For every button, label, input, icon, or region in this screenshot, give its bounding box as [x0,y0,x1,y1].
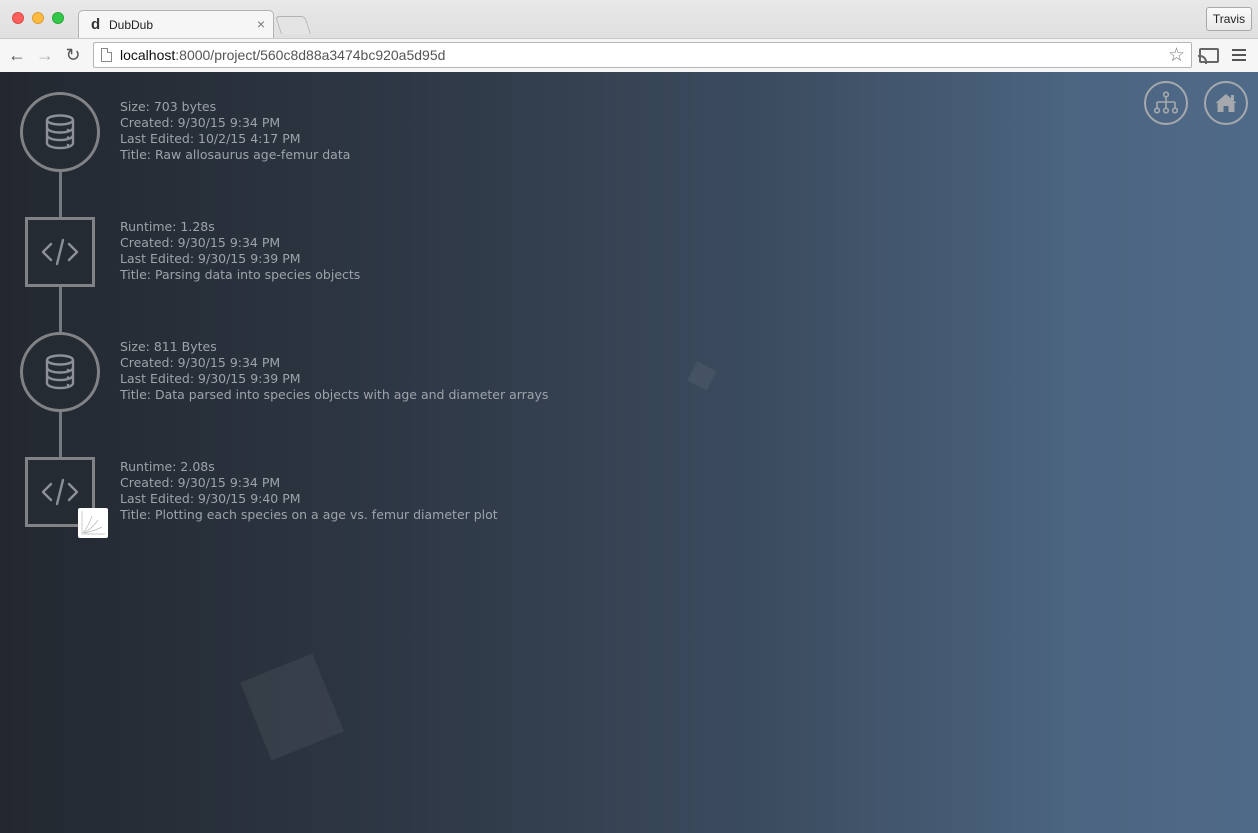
bookmark-star-icon[interactable]: ☆ [1168,44,1185,67]
database-icon [45,354,75,390]
reload-icon[interactable]: ↻ [62,44,84,66]
home-icon [1215,94,1237,112]
plot-thumbnail[interactable] [78,508,108,538]
cast-icon[interactable] [1198,48,1219,64]
tab-title: DubDub [109,18,154,32]
dubdub-favicon-icon: d [91,16,101,33]
sitemap-button[interactable] [1144,81,1188,125]
zoom-window-button[interactable] [52,12,64,24]
node-title: Title: Parsing data into species objects [120,267,361,282]
forward-arrow-icon[interactable]: → [34,44,56,66]
browser-tab[interactable]: d DubDub × [78,10,274,38]
pipeline-node-data[interactable] [20,332,100,412]
home-button[interactable] [1204,81,1248,125]
node-last-edited: Last Edited: 10/2/15 4:17 PM [120,131,301,146]
node-size: Size: 703 bytes [120,99,217,114]
node-title: Title: Plotting each species on a age vs… [120,507,498,522]
decorative-square [240,653,344,761]
profile-button[interactable]: Travis [1206,7,1252,31]
page-viewport: Size: 703 bytes Created: 9/30/15 9:34 PM… [0,72,1258,833]
page-icon [101,48,112,62]
url-host: localhost [120,47,176,63]
code-icon [41,238,79,266]
node-info: Size: 811 Bytes Created: 9/30/15 9:34 PM… [120,339,548,403]
node-last-edited: Last Edited: 9/30/15 9:39 PM [120,251,301,266]
node-created: Created: 9/30/15 9:34 PM [120,475,281,490]
database-icon [45,114,75,150]
tab-close-icon[interactable]: × [257,16,265,32]
node-title: Title: Data parsed into species objects … [120,387,549,402]
close-window-button[interactable] [12,12,24,24]
new-tab-button[interactable] [275,16,311,34]
node-size: Size: 811 Bytes [120,339,217,354]
node-runtime: Runtime: 2.08s [120,459,215,474]
minimize-window-button[interactable] [32,12,44,24]
node-created: Created: 9/30/15 9:34 PM [120,235,281,250]
address-bar[interactable]: localhost:8000/project/560c8d88a3474bc92… [93,42,1192,68]
pipeline-node-data[interactable] [20,92,100,172]
browser-toolbar: ← → ↻ localhost:8000/project/560c8d88a34… [0,38,1258,72]
code-icon [41,478,79,506]
menu-icon[interactable] [1232,49,1246,63]
node-last-edited: Last Edited: 9/30/15 9:39 PM [120,371,301,386]
pipeline-node-code[interactable] [20,212,100,292]
node-last-edited: Last Edited: 9/30/15 9:40 PM [120,491,301,506]
decorative-square [687,361,717,391]
browser-chrome: d DubDub × Travis ← → ↻ localhost:8000/p… [0,0,1258,72]
node-info: Runtime: 2.08s Created: 9/30/15 9:34 PM … [120,459,498,523]
url-path: :8000/project/560c8d88a3474bc920a5d95d [175,47,446,63]
node-created: Created: 9/30/15 9:34 PM [120,355,281,370]
url-text[interactable]: localhost:8000/project/560c8d88a3474bc92… [120,47,445,63]
node-title: Title: Raw allosaurus age-femur data [120,147,351,162]
node-created: Created: 9/30/15 9:34 PM [120,115,281,130]
sitemap-icon [1153,91,1179,114]
node-info: Size: 703 bytes Created: 9/30/15 9:34 PM… [120,99,350,163]
back-arrow-icon[interactable]: ← [6,44,28,66]
node-runtime: Runtime: 1.28s [120,219,215,234]
node-info: Runtime: 1.28s Created: 9/30/15 9:34 PM … [120,219,360,283]
